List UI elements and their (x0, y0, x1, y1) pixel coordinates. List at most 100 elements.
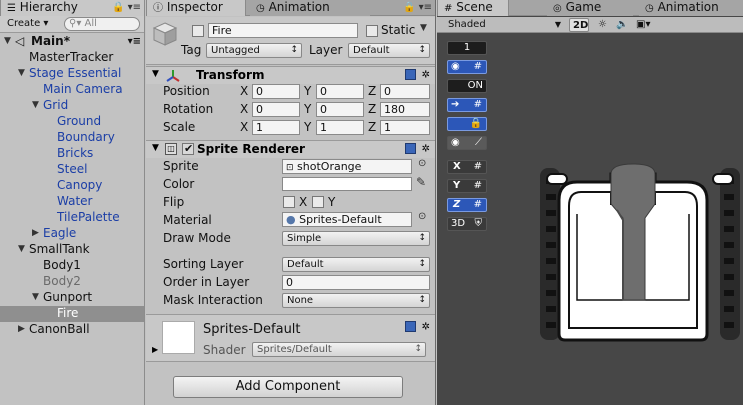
tree-item-tilepalette[interactable]: TilePalette (0, 210, 144, 226)
shader-dropdown[interactable]: Sprites/Default (252, 342, 426, 357)
menu-icon[interactable]: ▾≡ (419, 2, 432, 13)
tab-scene-animation[interactable]: ◷ Animation (639, 0, 743, 16)
help-book-icon[interactable] (404, 69, 416, 80)
lock-icon[interactable]: 🔒 (403, 2, 415, 13)
scale-y-field[interactable]: 1 (316, 120, 364, 135)
tree-item-label: Grid (43, 98, 69, 112)
effects-icon[interactable]: ▣▾ (633, 18, 653, 32)
tree-item-eagle[interactable]: ▶ Eagle (0, 226, 144, 242)
tab-scene[interactable]: # Scene (437, 0, 509, 16)
tree-item-mastertracker[interactable]: MasterTracker (0, 50, 144, 66)
mask-interaction-dropdown[interactable]: None (282, 293, 430, 308)
tag-dropdown[interactable]: Untagged (206, 43, 302, 58)
shading-mode-dropdown[interactable]: Shaded ▼ (445, 18, 561, 32)
scale-x-field[interactable]: 1 (252, 120, 300, 135)
active-checkbox[interactable] (192, 25, 204, 37)
sorting-layer-dropdown[interactable]: Default (282, 257, 430, 272)
collapsed-triangle-icon[interactable]: ▶ (32, 226, 39, 241)
sprite-renderer-enabled-checkbox[interactable] (182, 142, 194, 155)
static-checkbox[interactable] (366, 25, 378, 37)
expand-triangle-icon[interactable]: ▼ (152, 69, 159, 79)
gear-icon[interactable]: ✲ (422, 70, 430, 81)
tree-item-stage-essential[interactable]: ▼ Stage Essential (0, 66, 144, 82)
tree-item-bricks[interactable]: Bricks (0, 146, 144, 162)
position-y-field[interactable]: 0 (316, 84, 364, 99)
expand-triangle-icon[interactable]: ▼ (4, 34, 11, 49)
gizmo-move-button[interactable]: ➔ # (447, 98, 487, 112)
tree-item-grid[interactable]: ▼ Grid (0, 98, 144, 114)
tree-item-label: Main* (31, 34, 70, 48)
gizmo-y-axis-button[interactable]: Y # (447, 179, 487, 193)
gizmo-3d-button[interactable]: 3D ⛨ (447, 217, 487, 231)
tree-item-body1[interactable]: Body1 (0, 258, 144, 274)
gizmo-hidden-button[interactable]: ◉ ⟋ (447, 136, 487, 150)
lighting-icon[interactable]: ☼ (595, 18, 610, 32)
help-book-icon[interactable] (404, 143, 416, 154)
create-button[interactable]: Create ▾ (4, 17, 51, 31)
mode-2d-button[interactable]: 2D (569, 18, 589, 32)
rotation-y-field[interactable]: 0 (316, 102, 364, 117)
flip-y-checkbox[interactable] (312, 196, 324, 208)
transform-axis-icon (166, 70, 180, 82)
color-swatch[interactable] (282, 177, 412, 191)
tree-item-water[interactable]: Water (0, 194, 144, 210)
menu-icon[interactable]: ▾≡ (128, 34, 141, 49)
tab-game[interactable]: ◎ Game (547, 0, 633, 16)
transform-header[interactable]: ▼ Transform ✲ (146, 66, 435, 84)
position-z-field[interactable]: 0 (380, 84, 430, 99)
tree-item-body2[interactable]: Body2 (0, 274, 144, 290)
tree-item-steel[interactable]: Steel (0, 162, 144, 178)
gear-icon[interactable]: ✲ (422, 144, 430, 155)
gizmo-layer-button[interactable]: 1 (447, 41, 487, 55)
sprite-renderer-header[interactable]: ▼ ◫ Sprite Renderer ✲ (146, 140, 435, 158)
position-x-field[interactable]: 0 (252, 84, 300, 99)
gizmo-x-axis-button[interactable]: X # (447, 160, 487, 174)
tree-item-canopy[interactable]: Canopy (0, 178, 144, 194)
hierarchy-search-input[interactable]: ⚲▾ All (64, 17, 140, 31)
gear-icon[interactable]: ✲ (422, 322, 430, 333)
expand-triangle-icon[interactable]: ▼ (152, 143, 159, 153)
tab-inspector[interactable]: ⓘ Inspector (146, 0, 246, 16)
layer-dropdown[interactable]: Default (348, 43, 430, 58)
shading-mode-value: Shaded (448, 19, 486, 30)
arrow-right-icon: ➔ (451, 99, 460, 110)
help-book-icon[interactable] (404, 321, 416, 332)
material-object-field[interactable]: ● Sprites-Default (282, 212, 412, 227)
expand-triangle-icon[interactable]: ▼ (32, 290, 39, 305)
rotation-x-field[interactable]: 0 (252, 102, 300, 117)
tree-item-fire[interactable]: Fire (0, 306, 144, 322)
object-name-field[interactable]: Fire (208, 23, 358, 38)
tree-item-boundary[interactable]: Boundary (0, 130, 144, 146)
tab-animation[interactable]: ◷ Animation (250, 0, 370, 16)
object-picker-icon[interactable]: ⊙ (418, 158, 426, 169)
tree-item-canonball[interactable]: ▶ CanonBall (0, 322, 144, 338)
draw-mode-dropdown[interactable]: Simple (282, 231, 430, 246)
flip-x-checkbox[interactable] (283, 196, 295, 208)
rotation-z-field[interactable]: 180 (380, 102, 430, 117)
expand-triangle-icon[interactable]: ▼ (32, 98, 39, 113)
sprite-object-field[interactable]: ⊡ shotOrange (282, 159, 412, 174)
menu-icon[interactable]: ▾≡ (128, 2, 141, 13)
audio-icon[interactable]: 🔈 (613, 18, 631, 32)
gizmo-lock-button[interactable]: 🔒 (447, 117, 487, 131)
gizmo-z-axis-button[interactable]: Z # (447, 198, 487, 212)
collapsed-triangle-icon[interactable]: ▶ (18, 322, 25, 337)
add-component-button[interactable]: Add Component (173, 376, 403, 398)
lock-icon[interactable]: 🔒 (112, 2, 124, 13)
eyedropper-icon[interactable]: ✎ (416, 175, 426, 189)
order-in-layer-field[interactable]: 0 (282, 275, 430, 290)
tree-item-label: Stage Essential (29, 66, 122, 80)
gizmo-on-button[interactable]: ON (447, 79, 487, 93)
expand-triangle-icon[interactable]: ▼ (18, 242, 25, 257)
object-picker-icon[interactable]: ⊙ (418, 211, 426, 222)
tree-item-main-camera[interactable]: Main Camera (0, 82, 144, 98)
expand-triangle-icon[interactable]: ▼ (18, 66, 25, 81)
static-dropdown-icon[interactable]: ▼ (420, 23, 427, 33)
tree-item-gunport[interactable]: ▼ Gunport (0, 290, 144, 306)
collapsed-triangle-icon[interactable]: ▶ (152, 345, 158, 354)
scene-root-main[interactable]: ▼ ◁ Main* ▾≡ (0, 34, 144, 50)
tree-item-smalltank[interactable]: ▼ SmallTank (0, 242, 144, 258)
gizmo-visibility-button[interactable]: ◉ # (447, 60, 487, 74)
scale-z-field[interactable]: 1 (380, 120, 430, 135)
tree-item-ground[interactable]: Ground (0, 114, 144, 130)
